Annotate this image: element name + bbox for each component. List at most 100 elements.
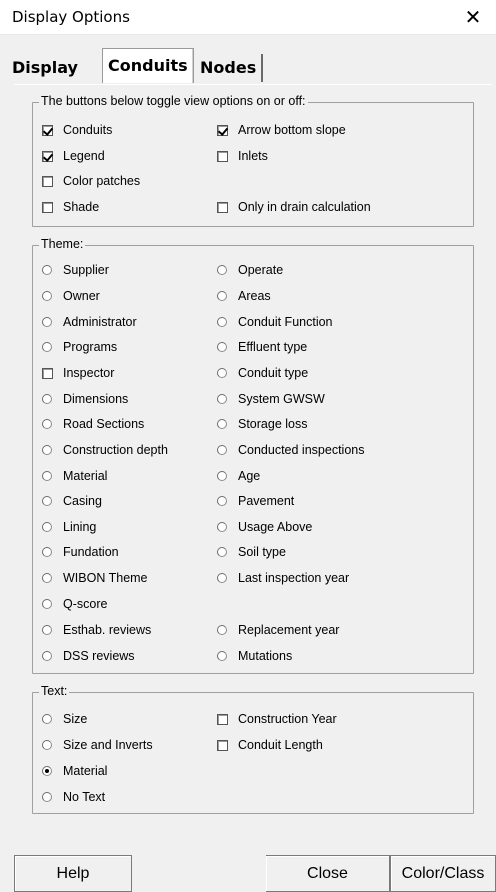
theme-dimensions[interactable]: Dimensions: [42, 391, 128, 407]
theme-soil-type[interactable]: Soil type: [217, 544, 286, 560]
radio-icon[interactable]: [217, 496, 227, 506]
text-size[interactable]: Size: [42, 711, 87, 727]
radio-icon[interactable]: [42, 522, 52, 532]
theme-operate[interactable]: Operate: [217, 262, 283, 278]
checkbox-icon[interactable]: [42, 124, 53, 136]
radio-icon[interactable]: [217, 651, 227, 661]
radio-icon[interactable]: [217, 573, 227, 583]
color-class-button[interactable]: Color/Class: [390, 855, 496, 892]
text-material[interactable]: Material: [42, 763, 107, 779]
theme-pavement[interactable]: Pavement: [217, 493, 294, 509]
checkbox-icon[interactable]: [217, 150, 228, 162]
radio-icon[interactable]: [42, 573, 52, 583]
theme-esthab-reviews[interactable]: Esthab. reviews: [42, 622, 151, 638]
theme-wibon-theme[interactable]: WIBON Theme: [42, 570, 148, 586]
radio-icon[interactable]: [42, 714, 52, 724]
theme-programs[interactable]: Programs: [42, 339, 117, 355]
radio-icon[interactable]: [42, 445, 52, 455]
theme-material[interactable]: Material: [42, 468, 107, 484]
theme-storage-loss[interactable]: Storage loss: [217, 416, 307, 432]
checkbox-icon[interactable]: [42, 201, 53, 213]
close-icon[interactable]: ✕: [450, 0, 496, 34]
radio-icon[interactable]: [42, 599, 52, 609]
radio-icon[interactable]: [42, 394, 52, 404]
theme-usage-above[interactable]: Usage Above: [217, 519, 312, 535]
theme-conducted-inspections[interactable]: Conducted inspections: [217, 442, 364, 458]
theme-label: Esthab. reviews: [63, 623, 152, 637]
radio-icon[interactable]: [42, 471, 52, 481]
radio-icon[interactable]: [217, 625, 227, 635]
radio-icon[interactable]: [42, 291, 52, 301]
theme-areas[interactable]: Areas: [217, 288, 271, 304]
radio-icon[interactable]: [42, 792, 52, 802]
radio-icon[interactable]: [42, 342, 52, 352]
theme-label: Storage loss: [238, 417, 308, 431]
radio-icon[interactable]: [42, 419, 52, 429]
checkbox-icon[interactable]: [42, 150, 53, 162]
radio-icon[interactable]: [217, 471, 227, 481]
theme-dss-reviews[interactable]: DSS reviews: [42, 648, 135, 664]
theme-inspector[interactable]: Inspector: [42, 365, 114, 381]
checkbox-icon[interactable]: [42, 175, 53, 187]
theme-supplier[interactable]: Supplier: [42, 262, 109, 278]
theme-label: Supplier: [63, 263, 109, 277]
radio-icon[interactable]: [217, 342, 227, 352]
theme-last-inspection-year[interactable]: Last inspection year: [217, 570, 349, 586]
text-construction-year[interactable]: Construction Year: [217, 711, 337, 727]
toggle-arrow-bottom-slope[interactable]: Arrow bottom slope: [217, 122, 346, 138]
theme-replacement-year[interactable]: Replacement year: [217, 622, 339, 638]
text-no-text[interactable]: No Text: [42, 789, 105, 805]
radio-icon[interactable]: [42, 265, 52, 275]
toggle-only-in-drain-calculation[interactable]: Only in drain calculation: [217, 199, 371, 215]
theme-effluent-type[interactable]: Effluent type: [217, 339, 307, 355]
theme-fundation[interactable]: Fundation: [42, 544, 119, 560]
radio-icon[interactable]: [217, 522, 227, 532]
checkbox-icon[interactable]: [217, 739, 228, 751]
checkbox-icon[interactable]: [217, 124, 228, 136]
text-size-and-inverts[interactable]: Size and Inverts: [42, 737, 153, 753]
radio-icon[interactable]: [217, 291, 227, 301]
help-button[interactable]: Help: [14, 855, 132, 892]
theme-construction-depth[interactable]: Construction depth: [42, 442, 168, 458]
toggle-legend[interactable]: Legend: [42, 148, 105, 164]
theme-road-sections[interactable]: Road Sections: [42, 416, 144, 432]
theme-system-gwsw[interactable]: System GWSW: [217, 391, 325, 407]
tab-conduits[interactable]: Conduits: [102, 48, 194, 83]
checkbox-icon[interactable]: [217, 713, 228, 725]
close-button[interactable]: Close: [266, 855, 390, 892]
theme-administrator[interactable]: Administrator: [42, 314, 137, 330]
radio-icon[interactable]: [42, 625, 52, 635]
theme-q-score[interactable]: Q-score: [42, 596, 107, 612]
tab-display[interactable]: Display: [7, 54, 83, 82]
toggle-shade[interactable]: Shade: [42, 199, 99, 215]
radio-icon[interactable]: [217, 317, 227, 327]
radio-icon[interactable]: [217, 265, 227, 275]
checkbox-icon[interactable]: [42, 367, 53, 379]
checkbox-icon[interactable]: [217, 201, 228, 213]
radio-icon[interactable]: [217, 547, 227, 557]
theme-owner[interactable]: Owner: [42, 288, 100, 304]
theme-lining[interactable]: Lining: [42, 519, 96, 535]
radio-icon[interactable]: [217, 394, 227, 404]
theme-age[interactable]: Age: [217, 468, 260, 484]
radio-icon[interactable]: [42, 651, 52, 661]
theme-mutations[interactable]: Mutations: [217, 648, 292, 664]
theme-label: Casing: [63, 494, 102, 508]
radio-icon[interactable]: [42, 317, 52, 327]
toggle-inlets[interactable]: Inlets: [217, 148, 268, 164]
theme-conduit-type[interactable]: Conduit type: [217, 365, 308, 381]
toggle-conduits[interactable]: Conduits: [42, 122, 112, 138]
radio-icon[interactable]: [217, 368, 227, 378]
theme-casing[interactable]: Casing: [42, 493, 102, 509]
toggle-color-patches[interactable]: Color patches: [42, 173, 140, 189]
radio-icon[interactable]: [42, 740, 52, 750]
radio-icon[interactable]: [42, 547, 52, 557]
theme-label: Operate: [238, 263, 284, 277]
theme-conduit-function[interactable]: Conduit Function: [217, 314, 333, 330]
radio-icon[interactable]: [217, 445, 227, 455]
radio-icon[interactable]: [42, 766, 52, 776]
radio-icon[interactable]: [42, 496, 52, 506]
radio-icon[interactable]: [217, 419, 227, 429]
text-conduit-length[interactable]: Conduit Length: [217, 737, 323, 753]
tab-nodes[interactable]: Nodes: [195, 54, 264, 82]
